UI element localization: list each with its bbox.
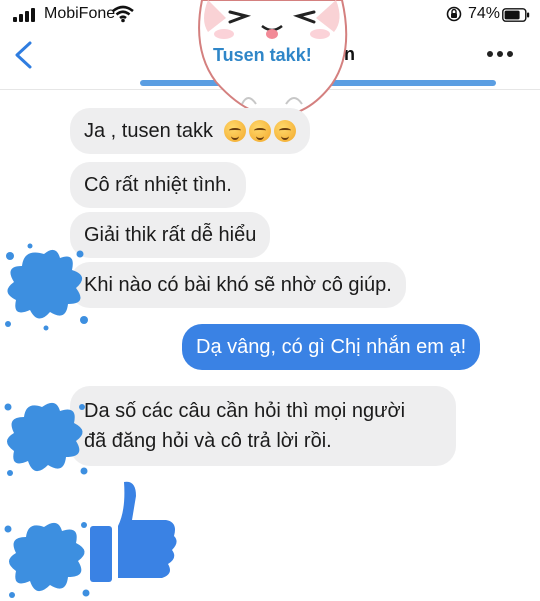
hugging-face-emoji — [223, 120, 246, 142]
sticker-caption: Tusen takk! — [213, 45, 312, 65]
message-text-line: Da số các câu cần hỏi thì mọi người — [84, 400, 406, 422]
avatar-redaction-splat — [4, 402, 88, 476]
wifi-icon — [112, 5, 134, 23]
carrier-name: MobiFone — [44, 5, 116, 22]
message-text: Cô rất nhiệt tình. — [84, 173, 232, 196]
battery-percent: 74% — [468, 5, 501, 22]
message-text: Khi nào có bài khó sẽ nhờ cô giúp. — [84, 273, 392, 296]
message-text: Ja , tusen takk — [84, 119, 213, 142]
battery-icon — [502, 8, 530, 22]
hugging-face-emoji — [273, 120, 296, 142]
message-bubble[interactable]: Da số các câu cần hỏi thì mọi người đã đ… — [70, 386, 456, 466]
message-bubble-outgoing[interactable]: Dạ vâng, có gì Chị nhắn em ạ! — [182, 324, 481, 370]
thumbs-up-icon[interactable] — [88, 480, 178, 590]
message-bubble[interactable]: Khi nào có bài khó sẽ nhờ cô giúp. — [70, 262, 406, 308]
message-text: Dạ vâng, có gì Chị nhắn em ạ! — [196, 335, 467, 358]
message-text: Giải thik rất dễ hiểu — [84, 223, 257, 246]
chevron-left-icon[interactable] — [12, 40, 34, 70]
hugging-face-emoji — [248, 120, 271, 142]
message-text-line: đã đăng hỏi và cô trả lời rồi. — [84, 430, 332, 452]
more-dots-icon[interactable] — [486, 50, 514, 58]
message-bubble[interactable]: Giải thik rất dễ hiểu — [70, 212, 271, 258]
message-bubble[interactable]: Ja , tusen takk — [70, 108, 310, 154]
avatar-redaction-splat — [4, 522, 90, 598]
message-bubble[interactable]: Cô rất nhiệt tình. — [70, 162, 246, 208]
orientation-lock-icon — [446, 6, 462, 22]
signal-icon — [13, 8, 39, 22]
avatar-redaction-splat — [5, 243, 88, 331]
